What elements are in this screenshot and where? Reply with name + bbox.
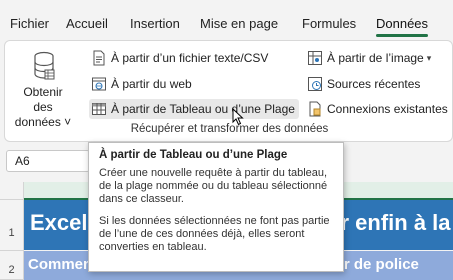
name-box[interactable]: A6: [6, 150, 90, 172]
table-icon: [92, 103, 106, 115]
ribbon-panel: Obtenir des données ˅ À partir d’un fich…: [4, 40, 453, 142]
existing-connections-button[interactable]: Connexions existantes: [307, 99, 448, 119]
tab-accueil[interactable]: Accueil: [66, 16, 108, 31]
chevron-down-icon: ▾: [426, 52, 432, 63]
from-text-csv-button[interactable]: À partir d’un fichier texte/CSV: [91, 48, 268, 68]
tab-formules[interactable]: Formules: [302, 16, 356, 31]
get-data-label-line1: Obtenir des: [23, 85, 63, 114]
from-image-button[interactable]: À partir de l’image ▾: [307, 48, 431, 68]
from-image-label: À partir de l’image: [327, 51, 424, 65]
tab-insertion[interactable]: Insertion: [130, 16, 180, 31]
tooltip-title: À partir de Tableau ou d’une Plage: [99, 149, 288, 161]
tab-mise-en-page[interactable]: Mise en page: [200, 16, 278, 31]
from-text-csv-label: À partir d’un fichier texte/CSV: [111, 51, 269, 65]
tooltip-description: Créer une nouvelle requête à partir du t…: [99, 167, 328, 205]
existing-connections-label: Connexions existantes: [327, 102, 448, 116]
from-table-range-button[interactable]: À partir de Tableau ou d’une Plage: [89, 99, 299, 119]
recent-sources-icon: [308, 77, 322, 91]
tooltip-note: Si les données sélectionnées ne font pas…: [99, 215, 330, 253]
recent-sources-label: Sources récentes: [327, 77, 421, 91]
ribbon-tab-bar: Fichier Accueil Insertion Mise en page F…: [0, 0, 453, 38]
tab-fichier[interactable]: Fichier: [10, 16, 49, 31]
text-file-icon: [93, 50, 105, 66]
image-table-icon: [308, 51, 322, 65]
select-all-corner[interactable]: [0, 182, 24, 200]
web-page-icon: [92, 77, 106, 91]
database-icon: [34, 51, 55, 80]
from-web-button[interactable]: À partir du web: [91, 74, 192, 94]
tooltip: À partir de Tableau ou d’une Plage Créer…: [88, 142, 344, 272]
row-header-1[interactable]: 1: [0, 200, 24, 251]
mouse-pointer-icon: [232, 108, 244, 126]
connections-icon: [309, 101, 321, 117]
from-web-label: À partir du web: [111, 77, 192, 91]
from-table-range-label: À partir de Tableau ou d’une Plage: [111, 102, 295, 116]
group-label: Récupérer et transformer des données: [130, 123, 329, 135]
row-header-2[interactable]: 2: [0, 251, 24, 280]
get-data-button[interactable]: Obtenir des données ˅: [13, 47, 73, 129]
recent-sources-button[interactable]: Sources récentes: [307, 74, 420, 94]
excel-window: Fichier Accueil Insertion Mise en page F…: [0, 0, 453, 280]
tab-donnees[interactable]: Données: [376, 16, 429, 37]
